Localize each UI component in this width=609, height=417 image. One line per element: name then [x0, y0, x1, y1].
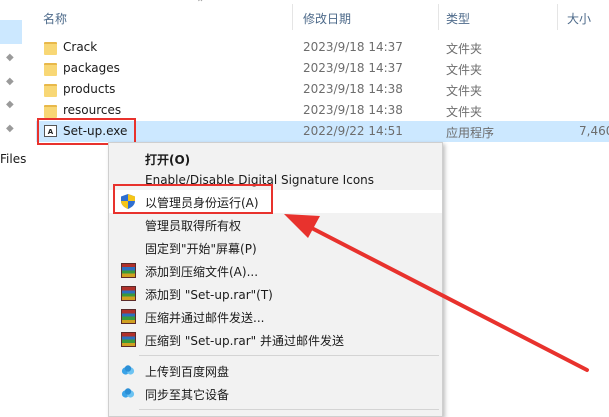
winrar-icon	[121, 309, 136, 324]
menu-item-sync-devices[interactable]: 同步至其它设备	[109, 382, 442, 405]
menu-item-label: 管理员取得所有权	[145, 219, 242, 233]
menu-separator	[139, 355, 439, 356]
menu-item-pin-to-start[interactable]: 固定到"开始"屏幕(P)	[109, 236, 442, 259]
file-date: 2023/9/18 14:38	[303, 103, 403, 117]
menu-item-label: 同步至其它设备	[145, 388, 230, 402]
nav-item-files-label[interactable]: Files	[0, 152, 26, 166]
menu-separator	[139, 409, 439, 410]
menu-item-take-ownership[interactable]: 管理员取得所有权	[109, 213, 442, 236]
file-row[interactable]: products 2023/9/18 14:38 文件夹	[36, 79, 609, 100]
file-size: 7,460	[579, 124, 609, 138]
folder-icon	[44, 84, 57, 97]
column-type-header[interactable]: 类型	[446, 10, 470, 27]
winrar-icon	[121, 286, 136, 301]
baidu-netdisk-icon	[121, 388, 135, 398]
file-date: 2023/9/18 14:37	[303, 40, 403, 54]
highlight-box-menu-item	[113, 184, 273, 214]
file-date: 2022/9/22 14:51	[303, 124, 403, 138]
menu-item-compress-and-email[interactable]: 压缩并通过邮件发送...	[109, 305, 442, 328]
winrar-icon	[121, 263, 136, 278]
menu-item-label: 上传到百度网盘	[145, 365, 230, 379]
file-date: 2023/9/18 14:37	[303, 61, 403, 75]
column-size-header[interactable]: 大小	[567, 10, 591, 27]
pin-icon[interactable]: ◆	[6, 77, 16, 87]
file-type: 文件夹	[446, 84, 483, 98]
menu-item-add-to-setup-rar[interactable]: 添加到 "Set-up.rar"(T)	[109, 282, 442, 305]
menu-item-label: 固定到"开始"屏幕(P)	[145, 242, 257, 256]
file-row[interactable]: Crack 2023/9/18 14:37 文件夹	[36, 37, 609, 58]
column-date-header[interactable]: 修改日期	[303, 10, 351, 27]
pin-icon[interactable]: ◆	[6, 100, 16, 110]
column-divider[interactable]	[557, 4, 558, 30]
column-divider[interactable]	[292, 4, 293, 30]
pin-icon[interactable]: ◆	[6, 124, 16, 134]
file-name: resources	[63, 103, 122, 117]
file-type: 文件夹	[446, 63, 483, 77]
file-name: Crack	[63, 40, 98, 54]
baidu-netdisk-icon	[121, 365, 135, 375]
file-type: 应用程序	[446, 126, 495, 140]
file-row[interactable]: packages 2023/9/18 14:37 文件夹	[36, 58, 609, 79]
menu-item-compress-rar-and-email[interactable]: 压缩到 "Set-up.rar" 并通过邮件发送	[109, 328, 442, 351]
highlight-box-file	[37, 118, 136, 145]
folder-icon	[44, 105, 57, 118]
menu-item-open[interactable]: 打开(O)	[109, 147, 442, 170]
column-name-header[interactable]: 名称	[43, 10, 67, 27]
folder-icon	[44, 63, 57, 76]
file-date: 2023/9/18 14:38	[303, 82, 403, 96]
menu-item-upload-baidu[interactable]: 上传到百度网盘	[109, 359, 442, 382]
file-type: 文件夹	[446, 42, 483, 56]
column-header: ⌃ 名称 修改日期 类型 大小	[36, 0, 609, 32]
pin-icon[interactable]: ◆	[6, 53, 16, 63]
file-name: packages	[63, 61, 120, 75]
sort-ascending-icon: ⌃	[196, 0, 205, 9]
column-divider[interactable]	[438, 4, 439, 30]
file-type: 文件夹	[446, 105, 483, 119]
menu-item-label: 压缩到 "Set-up.rar" 并通过邮件发送	[145, 334, 344, 348]
menu-item-label: 压缩并通过邮件发送...	[145, 311, 265, 325]
winrar-icon	[121, 332, 136, 347]
navigation-selected-item[interactable]	[0, 20, 22, 44]
menu-item-label: 添加到压缩文件(A)...	[145, 265, 259, 279]
menu-item-label: 打开(O)	[145, 153, 191, 167]
menu-item-add-to-archive[interactable]: 添加到压缩文件(A)...	[109, 259, 442, 282]
file-name: products	[63, 82, 116, 96]
menu-item-label: 添加到 "Set-up.rar"(T)	[145, 288, 273, 302]
folder-icon	[44, 42, 57, 55]
